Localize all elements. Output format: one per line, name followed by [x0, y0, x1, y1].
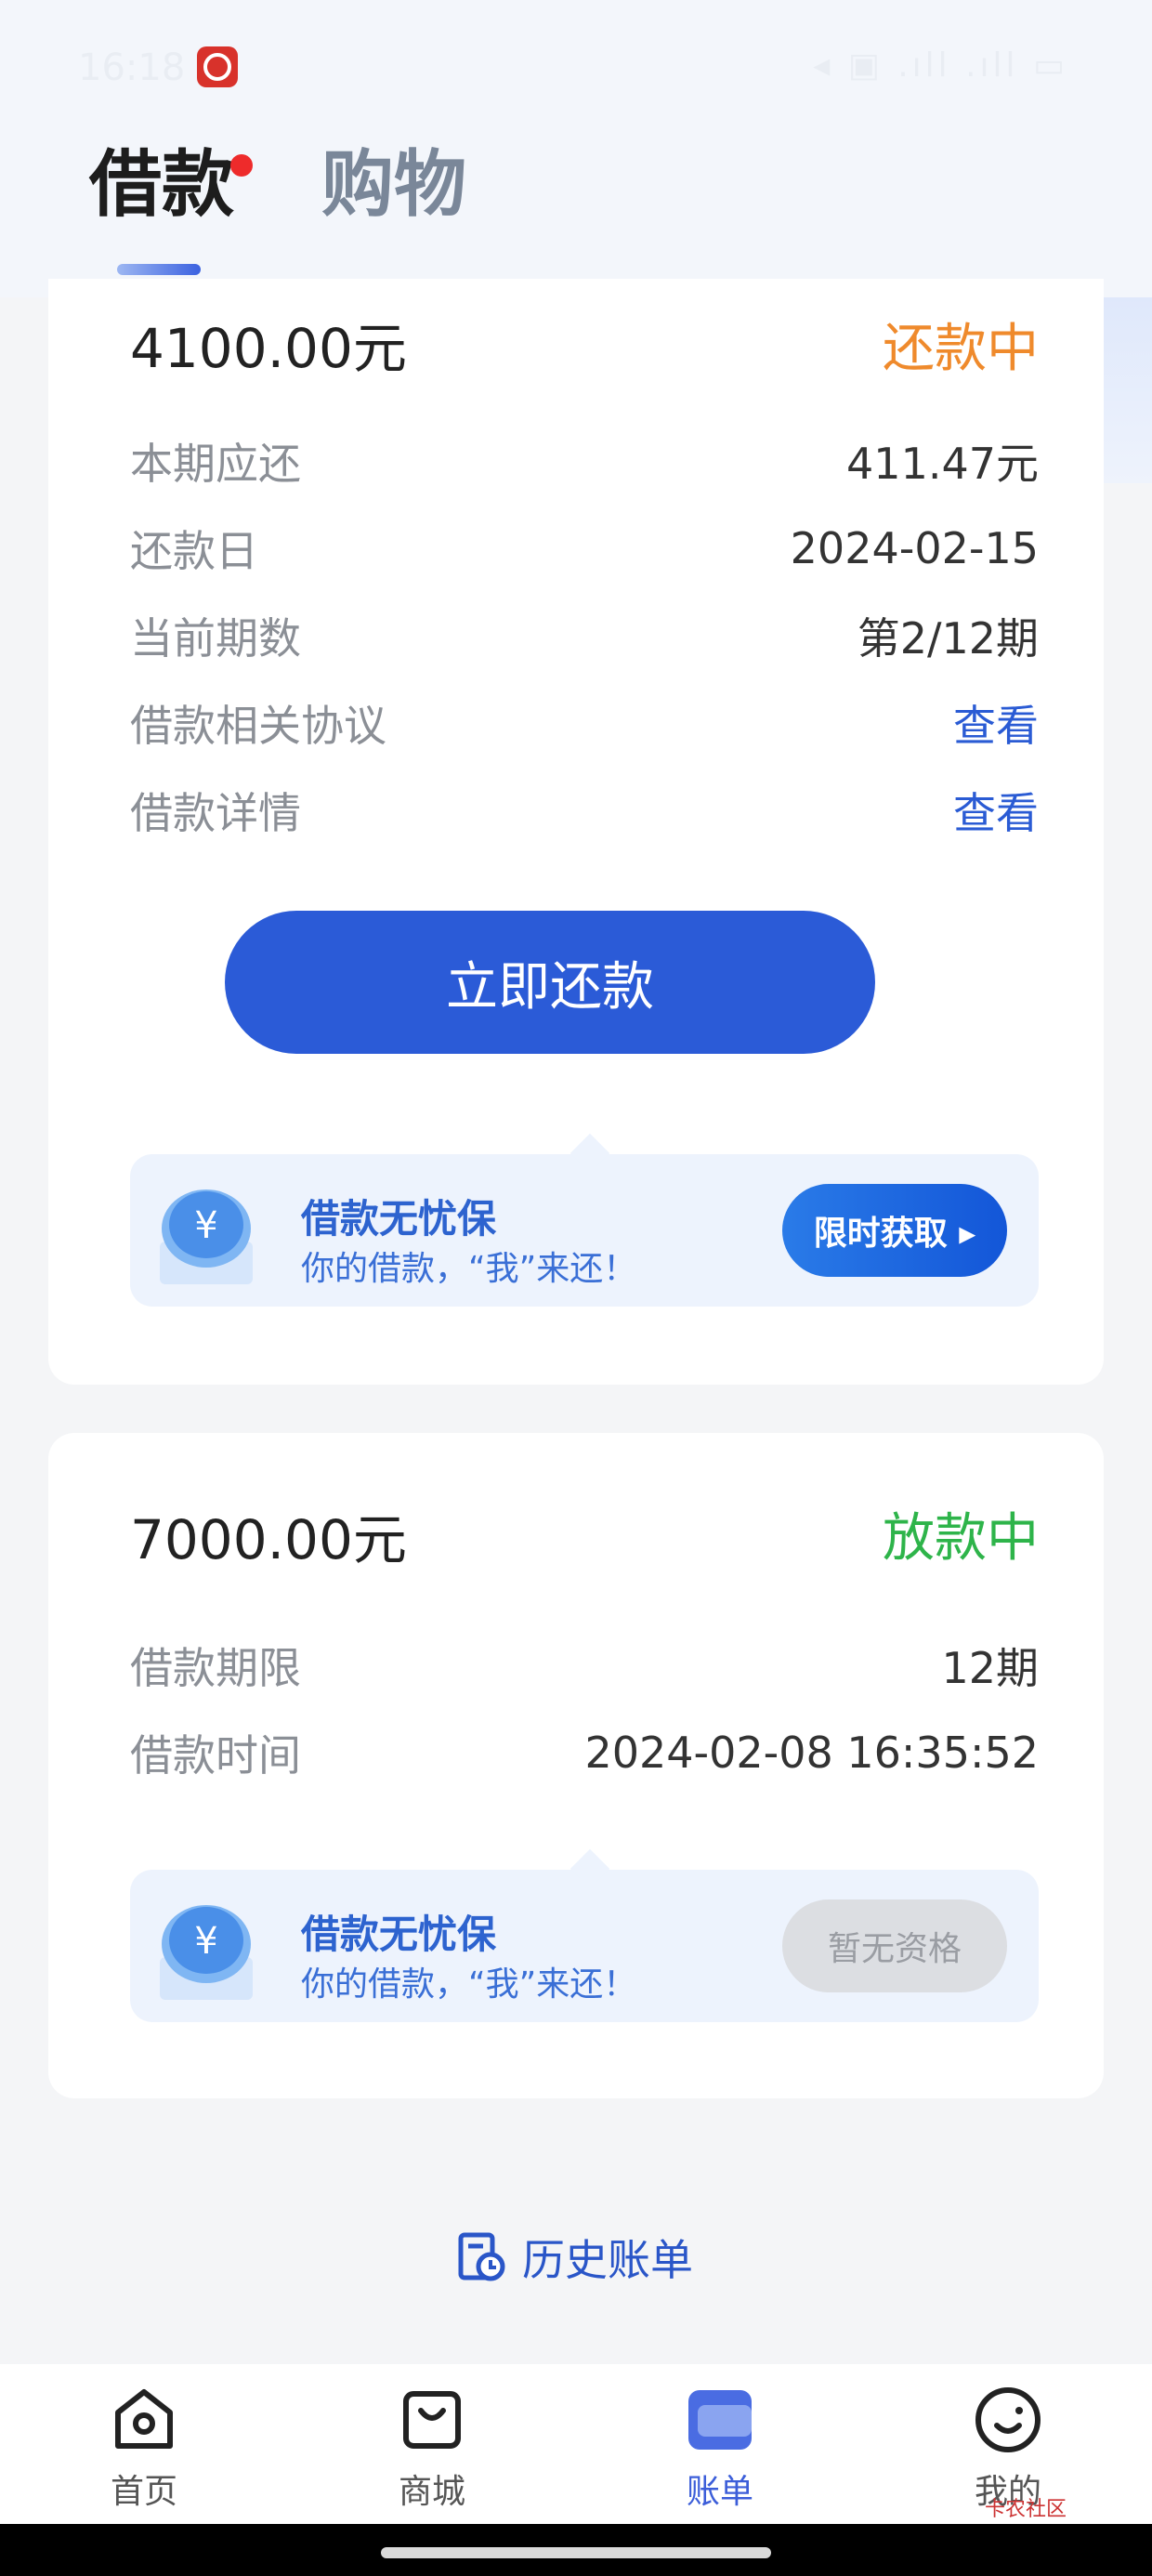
row-label: 借款详情 — [130, 788, 301, 838]
loan-amount: 7000.00元 — [130, 1508, 407, 1571]
row-value: 第2/12期 — [857, 613, 1039, 664]
row-due-date: 还款日 2024-02-15 — [130, 520, 1039, 576]
row-label: 还款日 — [130, 526, 258, 576]
not-eligible-button: 暂无资格 — [782, 1899, 1007, 1992]
svg-text:¥: ¥ — [194, 1920, 217, 1963]
home-icon — [115, 2389, 173, 2449]
history-bills-link[interactable]: 历史账单 — [455, 2227, 693, 2288]
view-details-link[interactable]: 查看 — [953, 780, 1039, 841]
promo-subtitle: 你的借款，“我”来还！ — [301, 1250, 637, 1288]
yuan-coin-icon: ¥ — [160, 1189, 253, 1284]
tab-loan[interactable]: 借款 — [89, 149, 254, 221]
nav-home[interactable]: 首页 — [51, 2364, 237, 2524]
history-bill-icon — [458, 2232, 505, 2281]
active-tab-indicator — [117, 264, 201, 275]
row-label: 本期应还 — [130, 439, 301, 489]
app-notification-icon — [197, 46, 238, 87]
home-indicator[interactable] — [381, 2547, 771, 2558]
notification-dot — [230, 154, 254, 177]
row-loan-term: 借款期限 12期 — [130, 1637, 1039, 1693]
row-loan-agreements: 借款相关协议 查看 — [130, 695, 1039, 751]
nav-shop-label: 商城 — [398, 2473, 465, 2511]
top-tabs: 借款 购物 — [89, 149, 466, 221]
status-indicators: ◂ ▣ .ıll .ıll ▭ — [813, 46, 1068, 85]
loan-card-disbursing: 7000.00元 放款中 借款期限 12期 借款时间 2024-02-08 16… — [48, 1433, 1104, 2098]
tab-shopping-label: 购物 — [321, 143, 467, 227]
row-label: 借款时间 — [130, 1730, 301, 1781]
yuan-coin-icon: ¥ — [160, 1905, 253, 2000]
row-label: 当前期数 — [130, 613, 301, 664]
loan-card-repaying: 4100.00元 还款中 本期应还 411.47元 还款日 2024-02-15… — [48, 279, 1104, 1385]
row-current-due: 本期应还 411.47元 — [130, 433, 1039, 489]
promo-title: 借款无忧保 — [301, 1912, 497, 1957]
nav-shop[interactable]: 商城 — [339, 2364, 525, 2524]
nav-bills-label: 账单 — [686, 2473, 753, 2511]
svg-text:¥: ¥ — [194, 1204, 217, 1247]
loan-amount: 4100.00元 — [130, 317, 407, 380]
nav-home-label: 首页 — [110, 2473, 177, 2511]
loan-status: 放款中 — [883, 1508, 1039, 1569]
watermark-text: 卡农社区 — [985, 2498, 1067, 2521]
row-value: 411.47元 — [846, 439, 1039, 489]
status-bar: 16:18 ◂ ▣ .ıll .ıll ▭ — [0, 0, 1152, 139]
loan-status: 还款中 — [883, 319, 1039, 379]
promo-subtitle: 你的借款，“我”来还！ — [301, 1965, 637, 2004]
row-loan-details: 借款详情 查看 — [130, 782, 1039, 838]
bill-icon — [688, 2390, 752, 2450]
row-label: 借款相关协议 — [130, 701, 386, 751]
tab-loan-label: 借款 — [89, 143, 235, 227]
profile-smile-icon — [975, 2387, 1041, 2452]
row-loan-time: 借款时间 2024-02-08 16:35:52 — [130, 1725, 1039, 1781]
history-bills-label: 历史账单 — [522, 2235, 693, 2285]
row-value: 2024-02-15 — [790, 523, 1039, 573]
row-current-period: 当前期数 第2/12期 — [130, 608, 1039, 664]
row-value: 2024-02-08 16:35:52 — [584, 1728, 1039, 1778]
bottom-navigation: 首页 商城 账单 我的 — [0, 2364, 1152, 2524]
get-now-button[interactable]: 限时获取 ▸ — [782, 1184, 1007, 1277]
promo-notch — [569, 1133, 610, 1174]
loan-insurance-promo: ¥ 借款无忧保 你的借款，“我”来还！ 限时获取 ▸ — [130, 1133, 1039, 1307]
shop-bag-icon — [403, 2391, 461, 2449]
nav-bills[interactable]: 账单 — [627, 2364, 813, 2524]
status-time: 16:18 — [78, 46, 186, 89]
row-value: 12期 — [941, 1643, 1039, 1693]
loan-insurance-promo: ¥ 借款无忧保 你的借款，“我”来还！ 暂无资格 — [130, 1848, 1039, 2022]
side-decoration — [1096, 297, 1152, 483]
repay-now-button[interactable]: 立即还款 — [225, 911, 875, 1054]
view-agreements-link[interactable]: 查看 — [953, 692, 1039, 754]
promo-title: 借款无忧保 — [301, 1196, 497, 1242]
promo-notch — [569, 1848, 610, 1889]
row-label: 借款期限 — [130, 1643, 301, 1693]
tab-shopping[interactable]: 购物 — [321, 149, 466, 221]
